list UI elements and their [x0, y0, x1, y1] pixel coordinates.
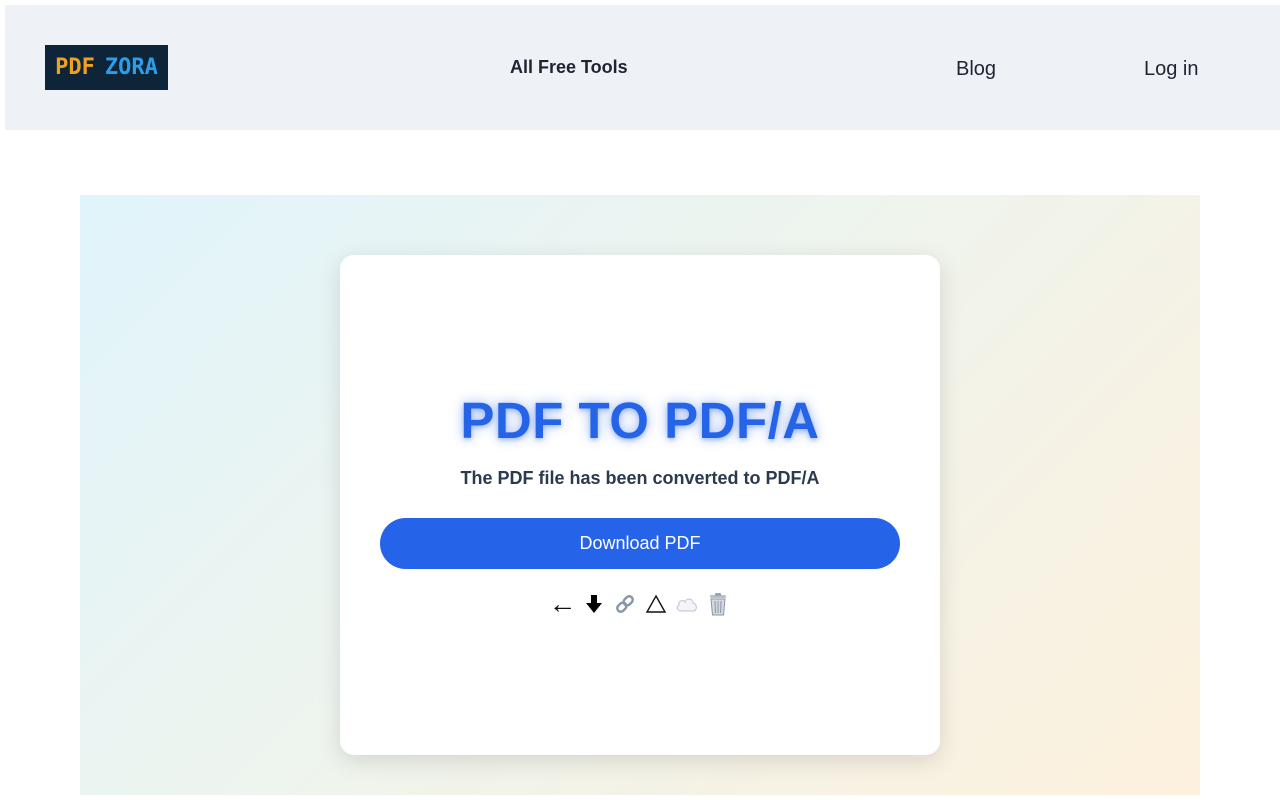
logo-text-zora: ZORA [104, 55, 158, 80]
logo-text-pdf: PDF [55, 55, 95, 80]
download-pdf-button[interactable]: Download PDF [380, 518, 900, 569]
drive-icon[interactable] [643, 590, 668, 618]
pdfzora-logo[interactable]: PDF ZORA [45, 45, 168, 90]
site-header: PDF ZORA All Free Tools Blog Log in [5, 5, 1280, 130]
action-icons: ← [340, 589, 940, 619]
conversion-status: The PDF file has been converted to PDF/A [460, 468, 820, 488]
download-icon[interactable] [581, 590, 606, 618]
back-arrow-icon[interactable]: ← [549, 590, 577, 618]
nav-all-free-tools[interactable]: All Free Tools [510, 57, 628, 78]
page-title: PDF TO PDF/A [460, 392, 820, 449]
trash-icon[interactable] [705, 590, 730, 618]
cloud-icon[interactable] [674, 590, 699, 618]
result-card: PDF TO PDF/A The PDF file has been conve… [340, 255, 940, 755]
nav-blog[interactable]: Blog [956, 58, 996, 81]
link-icon[interactable] [612, 590, 637, 618]
nav-login[interactable]: Log in [1144, 58, 1199, 81]
hero-section: PDF TO PDF/A The PDF file has been conve… [80, 195, 1200, 795]
